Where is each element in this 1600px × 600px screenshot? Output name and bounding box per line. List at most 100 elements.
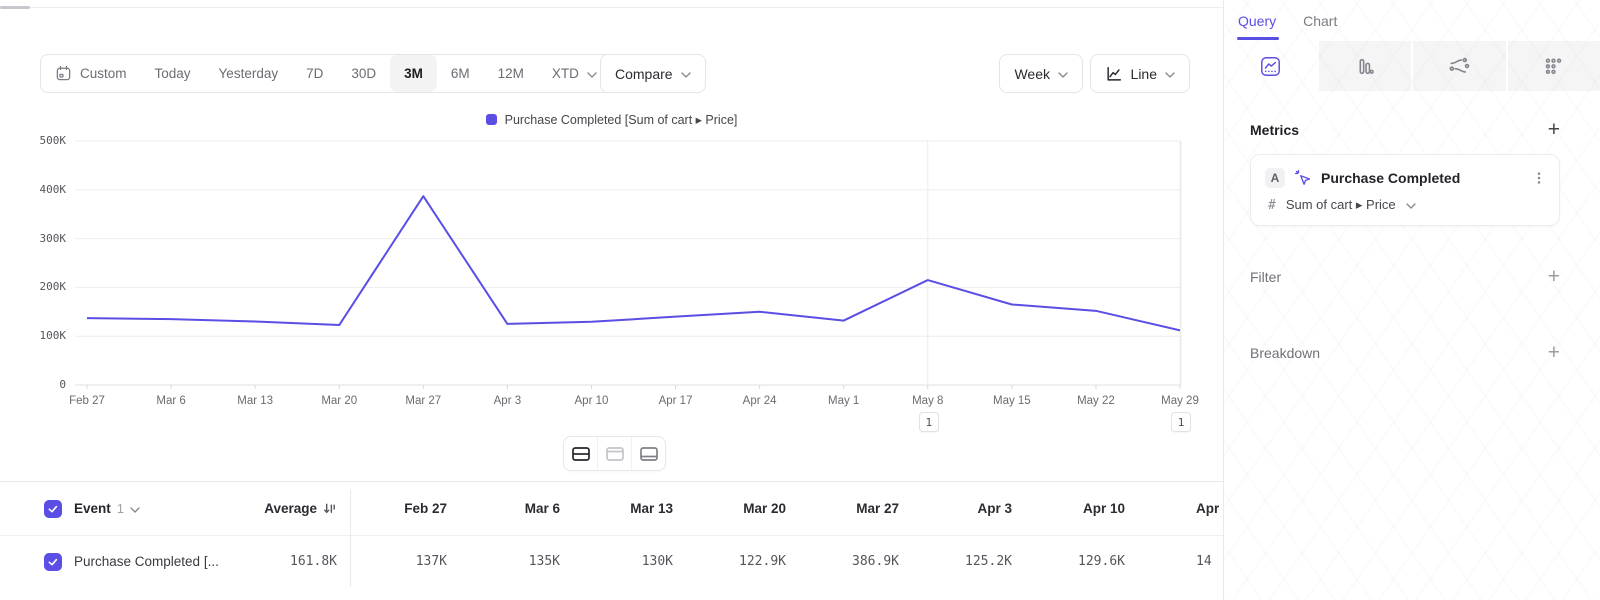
legend-label: Purchase Completed [Sum of cart ▸ Price] [505, 112, 738, 127]
cell-value: 130K [560, 554, 673, 569]
tab-chart[interactable]: Chart [1303, 13, 1337, 29]
cell-value: 137K [337, 554, 447, 569]
series-name: Purchase Completed [... [74, 554, 258, 569]
table-header-row: Event 1 Average Feb 27Mar 6Mar 13Mar 20M… [0, 482, 1223, 535]
metric-property: Sum of cart ▸ Price [1286, 197, 1396, 213]
cell-value: 122.9K [673, 554, 786, 569]
compare-button[interactable]: Compare [600, 54, 706, 93]
calendar-icon [55, 65, 72, 82]
range-6m[interactable]: 6M [437, 55, 484, 92]
x-axis-tick: Mar 20 [299, 394, 379, 408]
report-main: CustomTodayYesterday7D30D3M6M12MXTD Comp… [0, 0, 1223, 600]
cell-value: 125.2K [899, 554, 1012, 569]
metric-letter-badge: A [1265, 168, 1285, 188]
x-axis-tick: Feb 27 [47, 394, 127, 408]
y-axis-tick: 200K [14, 280, 66, 294]
date-column-header: Apr 3 [899, 501, 1012, 516]
range-7d[interactable]: 7D [292, 55, 337, 92]
date-column-headers: Feb 27Mar 6Mar 13Mar 20Mar 27Apr 3Apr 10… [337, 501, 1238, 516]
table-row: Purchase Completed [... 161.8K 137K135K1… [0, 535, 1223, 587]
metrics-section: Metrics + A Purchase Completed # Sum of … [1250, 120, 1560, 226]
analytics-app: CustomTodayYesterday7D30D3M6M12MXTD Comp… [0, 0, 1600, 600]
chart-type-retention-icon[interactable] [1508, 41, 1600, 91]
filter-title: Filter [1250, 269, 1281, 285]
chevron-down-icon [1058, 72, 1068, 78]
annotation-badge[interactable]: 1 [919, 412, 939, 432]
x-axis-tick: Mar 6 [131, 394, 211, 408]
average-value: 161.8K [258, 554, 337, 569]
x-axis-tick: May 1 [804, 394, 884, 408]
kebab-menu-icon[interactable] [1531, 170, 1547, 186]
chevron-down-icon [1406, 203, 1416, 209]
compare-label: Compare [615, 66, 673, 82]
line-series[interactable] [87, 196, 1180, 330]
table-view-button[interactable] [631, 437, 665, 470]
x-axis-tick: Apr 17 [636, 394, 716, 408]
split-view-button[interactable] [564, 437, 597, 470]
event-label: Event [74, 501, 111, 516]
x-axis-tick: Mar 27 [383, 394, 463, 408]
filter-section: Filter + [1250, 267, 1560, 287]
x-axis-tick: May 8 [888, 394, 968, 408]
range-12m[interactable]: 12M [484, 55, 538, 92]
breakdown-title: Breakdown [1250, 345, 1320, 361]
chart-type-switcher [1224, 41, 1600, 91]
column-divider [350, 490, 351, 587]
range-30d[interactable]: 30D [337, 55, 390, 92]
add-filter-button[interactable]: + [1548, 267, 1560, 287]
tab-query[interactable]: Query [1238, 13, 1276, 29]
x-axis-tick: May 15 [972, 394, 1052, 408]
query-sidebar: Query Chart Metrics + A Purchase Complet… [1223, 0, 1600, 600]
cell-value: 135K [447, 554, 560, 569]
date-column-header: Apr 10 [1012, 501, 1125, 516]
date-values: 137K135K130K122.9K386.9K125.2K129.6K14 [337, 554, 1238, 569]
number-property-icon: # [1268, 198, 1276, 213]
granularity-label: Week [1014, 66, 1050, 82]
chart-view-button[interactable] [597, 437, 631, 470]
chart-type-flow-icon[interactable] [1413, 41, 1506, 91]
active-tab-underline [1237, 37, 1279, 40]
add-breakdown-button[interactable]: + [1548, 343, 1560, 363]
chevron-down-icon [587, 72, 597, 78]
date-column-header: Mar 27 [786, 501, 899, 516]
date-range-group: CustomTodayYesterday7D30D3M6M12MXTD [40, 54, 612, 93]
annotation-badge[interactable]: 1 [1171, 412, 1191, 432]
chevron-down-icon [130, 507, 140, 513]
select-all-checkbox[interactable] [44, 500, 62, 518]
sidebar-body: Metrics + A Purchase Completed # Sum of … [1224, 120, 1600, 363]
x-axis-tick: Mar 13 [215, 394, 295, 408]
chart-type-label: Line [1131, 66, 1157, 82]
x-axis-tick: Apr 24 [720, 394, 800, 408]
cell-value: 129.6K [1012, 554, 1125, 569]
average-label: Average [264, 501, 317, 516]
range-custom[interactable]: Custom [41, 55, 141, 92]
x-axis-tick: May 22 [1056, 394, 1136, 408]
metric-property-dropdown[interactable]: # Sum of cart ▸ Price [1265, 197, 1547, 213]
date-column-header: Apr 17 [1125, 501, 1238, 516]
legend-swatch [486, 114, 497, 125]
row-checkbox[interactable] [44, 553, 62, 571]
range-yesterday[interactable]: Yesterday [205, 55, 293, 92]
chart-type-insights-icon[interactable] [1224, 41, 1317, 91]
metric-card[interactable]: A Purchase Completed # Sum of cart ▸ Pri… [1250, 154, 1560, 226]
date-column-header: Mar 13 [560, 501, 673, 516]
breakdown-section: Breakdown + [1250, 343, 1560, 363]
event-count: 1 [117, 501, 124, 516]
range-today[interactable]: Today [141, 55, 205, 92]
top-divider [0, 7, 1223, 8]
range-3m[interactable]: 3M [390, 55, 437, 92]
date-column-header: Mar 6 [447, 501, 560, 516]
chart-legend[interactable]: Purchase Completed [Sum of cart ▸ Price] [0, 112, 1223, 127]
scroll-indicator [0, 6, 30, 9]
average-column-header[interactable]: Average [258, 501, 337, 516]
line-chart-icon [1105, 65, 1123, 83]
chart-type-button[interactable]: Line [1090, 54, 1190, 93]
results-table: Event 1 Average Feb 27Mar 6Mar 13Mar 20M… [0, 481, 1223, 600]
granularity-button[interactable]: Week [999, 54, 1083, 93]
line-chart: 0100K200K300K400K500KFeb 27Mar 6Mar 13Ma… [0, 130, 1223, 440]
chart-type-bar-icon[interactable] [1319, 41, 1412, 91]
event-dropdown[interactable]: Event 1 [74, 501, 258, 516]
cell-value: 386.9K [786, 554, 899, 569]
y-axis-tick: 0 [14, 378, 66, 392]
add-metric-button[interactable]: + [1548, 120, 1560, 140]
